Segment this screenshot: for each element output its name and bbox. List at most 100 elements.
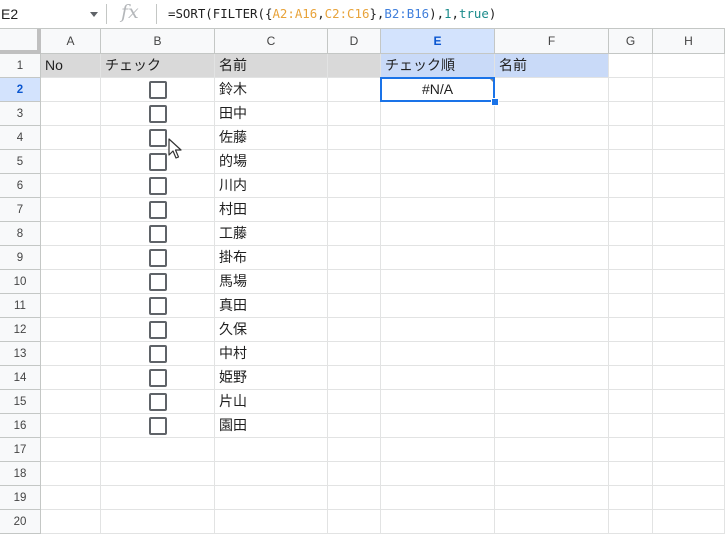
cell-h9[interactable] <box>653 246 725 270</box>
cell-f15[interactable] <box>495 390 609 414</box>
cell-b1[interactable]: チェック <box>101 54 215 78</box>
cell-g2[interactable] <box>609 78 653 102</box>
cell-e9[interactable] <box>381 246 495 270</box>
checkbox[interactable] <box>149 321 167 339</box>
cell-d4[interactable] <box>328 126 381 150</box>
cell-c9[interactable]: 掛布 <box>215 246 328 270</box>
cell-g6[interactable] <box>609 174 653 198</box>
column-header-b[interactable]: B <box>101 29 215 54</box>
cell-c8[interactable]: 工藤 <box>215 222 328 246</box>
cell-b19[interactable] <box>101 486 215 510</box>
cell-c6[interactable]: 川内 <box>215 174 328 198</box>
cell-a6[interactable] <box>41 174 101 198</box>
cell-c7[interactable]: 村田 <box>215 198 328 222</box>
cell-c1[interactable]: 名前 <box>215 54 328 78</box>
cell-b10[interactable] <box>101 270 215 294</box>
cell-c11[interactable]: 真田 <box>215 294 328 318</box>
cell-c10[interactable]: 馬場 <box>215 270 328 294</box>
cell-g11[interactable] <box>609 294 653 318</box>
cell-e6[interactable] <box>381 174 495 198</box>
cell-a3[interactable] <box>41 102 101 126</box>
cell-b8[interactable] <box>101 222 215 246</box>
cell-g8[interactable] <box>609 222 653 246</box>
cell-g14[interactable] <box>609 366 653 390</box>
cell-h20[interactable] <box>653 510 725 534</box>
cell-h3[interactable] <box>653 102 725 126</box>
cell-e8[interactable] <box>381 222 495 246</box>
checkbox[interactable] <box>149 249 167 267</box>
cell-h4[interactable] <box>653 126 725 150</box>
column-header-d[interactable]: D <box>328 29 381 54</box>
column-header-g[interactable]: G <box>609 29 653 54</box>
cell-a13[interactable] <box>41 342 101 366</box>
cell-e12[interactable] <box>381 318 495 342</box>
cell-g1[interactable] <box>609 54 653 78</box>
cell-f13[interactable] <box>495 342 609 366</box>
row-header-10[interactable]: 10 <box>0 270 41 294</box>
cell-d19[interactable] <box>328 486 381 510</box>
checkbox[interactable] <box>149 369 167 387</box>
cell-a7[interactable] <box>41 198 101 222</box>
cell-h19[interactable] <box>653 486 725 510</box>
cell-c19[interactable] <box>215 486 328 510</box>
row-header-2[interactable]: 2 <box>0 78 41 102</box>
cell-b14[interactable] <box>101 366 215 390</box>
checkbox[interactable] <box>149 273 167 291</box>
cell-b3[interactable] <box>101 102 215 126</box>
cell-h15[interactable] <box>653 390 725 414</box>
cell-a1[interactable]: No <box>41 54 101 78</box>
cell-f16[interactable] <box>495 414 609 438</box>
cell-b17[interactable] <box>101 438 215 462</box>
cell-f17[interactable] <box>495 438 609 462</box>
cell-d17[interactable] <box>328 438 381 462</box>
cell-f12[interactable] <box>495 318 609 342</box>
cell-d11[interactable] <box>328 294 381 318</box>
cell-d5[interactable] <box>328 150 381 174</box>
cell-d1[interactable] <box>328 54 381 78</box>
cell-g18[interactable] <box>609 462 653 486</box>
row-header-16[interactable]: 16 <box>0 414 41 438</box>
cell-f8[interactable] <box>495 222 609 246</box>
cell-b4[interactable] <box>101 126 215 150</box>
row-header-17[interactable]: 17 <box>0 438 41 462</box>
row-header-20[interactable]: 20 <box>0 510 41 534</box>
cell-b11[interactable] <box>101 294 215 318</box>
cell-g20[interactable] <box>609 510 653 534</box>
cell-e16[interactable] <box>381 414 495 438</box>
checkbox[interactable] <box>149 393 167 411</box>
cell-c16[interactable]: 園田 <box>215 414 328 438</box>
cell-c17[interactable] <box>215 438 328 462</box>
cell-e1[interactable]: チェック順 <box>381 54 495 78</box>
cell-a12[interactable] <box>41 318 101 342</box>
cell-a20[interactable] <box>41 510 101 534</box>
cell-e14[interactable] <box>381 366 495 390</box>
cell-d15[interactable] <box>328 390 381 414</box>
cell-h11[interactable] <box>653 294 725 318</box>
cell-a4[interactable] <box>41 126 101 150</box>
cell-e5[interactable] <box>381 150 495 174</box>
cell-b2[interactable] <box>101 78 215 102</box>
checkbox[interactable] <box>149 129 167 147</box>
cell-c13[interactable]: 中村 <box>215 342 328 366</box>
cell-f19[interactable] <box>495 486 609 510</box>
cell-h14[interactable] <box>653 366 725 390</box>
cell-c3[interactable]: 田中 <box>215 102 328 126</box>
cell-h1[interactable] <box>653 54 725 78</box>
cell-b18[interactable] <box>101 462 215 486</box>
row-header-15[interactable]: 15 <box>0 390 41 414</box>
checkbox[interactable] <box>149 297 167 315</box>
cell-a15[interactable] <box>41 390 101 414</box>
cell-g9[interactable] <box>609 246 653 270</box>
chevron-down-icon[interactable] <box>90 12 98 17</box>
cell-h8[interactable] <box>653 222 725 246</box>
column-header-a[interactable]: A <box>41 29 101 54</box>
cell-f9[interactable] <box>495 246 609 270</box>
cell-b7[interactable] <box>101 198 215 222</box>
checkbox[interactable] <box>149 345 167 363</box>
cell-h6[interactable] <box>653 174 725 198</box>
cell-d12[interactable] <box>328 318 381 342</box>
cell-f11[interactable] <box>495 294 609 318</box>
cell-b20[interactable] <box>101 510 215 534</box>
cell-c12[interactable]: 久保 <box>215 318 328 342</box>
cell-a5[interactable] <box>41 150 101 174</box>
